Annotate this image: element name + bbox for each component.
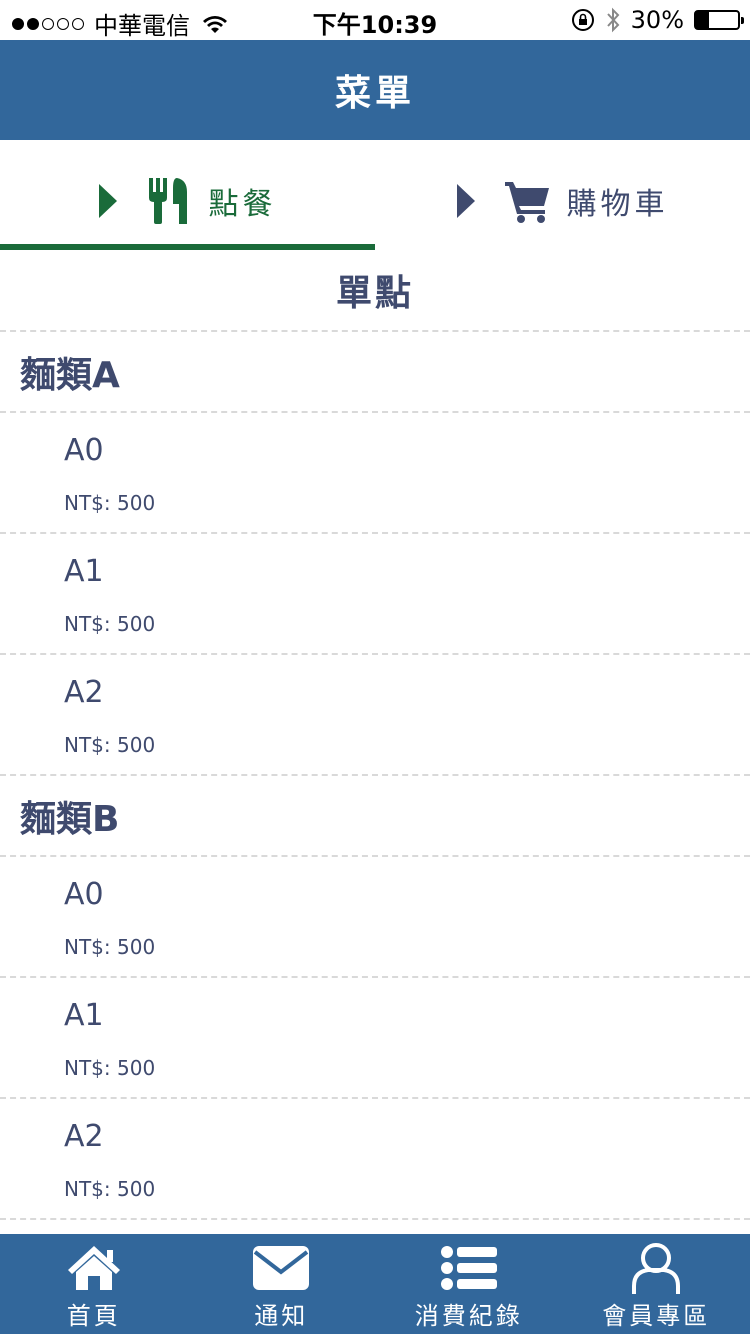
nav-history[interactable]: 消費紀錄 xyxy=(375,1234,563,1334)
category-header: 麵類B xyxy=(0,776,750,857)
bluetooth-icon xyxy=(606,7,620,33)
nav-notifications[interactable]: 通知 xyxy=(188,1234,376,1334)
item-price: NT$: 500 xyxy=(64,935,156,959)
tab-bar: 點餐 購物車 xyxy=(0,140,750,250)
item-name: A2 xyxy=(64,1119,104,1154)
item-price: NT$: 500 xyxy=(64,612,156,636)
nav-home[interactable]: 首頁 xyxy=(0,1234,188,1334)
caret-right-icon xyxy=(98,184,117,218)
menu-item[interactable]: A0 NT$: 500 xyxy=(0,857,750,978)
item-name: A0 xyxy=(64,877,104,912)
battery-icon xyxy=(694,10,744,30)
app-header: 菜單 xyxy=(0,40,750,140)
section-title: 單點 xyxy=(0,250,750,332)
list-icon xyxy=(440,1246,497,1290)
nav-label: 會員專區 xyxy=(602,1302,711,1330)
nav-label: 通知 xyxy=(254,1302,309,1330)
tab-label: 點餐 xyxy=(208,187,277,222)
caret-right-icon xyxy=(456,184,475,218)
bottom-nav: 首頁 通知 消費紀錄 會員專區 xyxy=(0,1234,750,1334)
item-name: A0 xyxy=(64,433,104,468)
menu-list: 麵類A A0 NT$: 500 A1 NT$: 500 A2 NT$: 500 … xyxy=(0,332,750,1220)
nav-label: 首頁 xyxy=(66,1302,121,1330)
mail-icon xyxy=(253,1246,310,1290)
item-price: NT$: 500 xyxy=(64,1177,156,1201)
battery-percent: 30% xyxy=(630,6,684,34)
nav-label: 消費紀錄 xyxy=(414,1302,523,1330)
page-title: 菜單 xyxy=(334,73,415,114)
item-price: NT$: 500 xyxy=(64,733,156,757)
item-name: A2 xyxy=(64,675,104,710)
category-header: 麵類A xyxy=(0,332,750,413)
utensils-icon xyxy=(148,178,187,224)
item-price: NT$: 500 xyxy=(64,1056,156,1080)
cart-icon xyxy=(504,182,549,223)
nav-member[interactable]: 會員專區 xyxy=(563,1234,750,1334)
menu-item[interactable]: A1 NT$: 500 xyxy=(0,978,750,1099)
item-name: A1 xyxy=(64,998,104,1033)
menu-item[interactable]: A0 NT$: 500 xyxy=(0,413,750,534)
menu-item[interactable]: A2 NT$: 500 xyxy=(0,655,750,776)
item-name: A1 xyxy=(64,554,104,589)
tab-label: 購物車 xyxy=(566,187,669,222)
rotation-lock-icon xyxy=(571,9,594,31)
menu-item[interactable]: A2 NT$: 500 xyxy=(0,1099,750,1220)
tab-order[interactable]: 點餐 xyxy=(0,140,375,250)
home-icon xyxy=(67,1246,120,1290)
user-icon xyxy=(632,1243,681,1294)
menu-item[interactable]: A1 NT$: 500 xyxy=(0,534,750,655)
status-bar: 中華電信 下午10:39 30% xyxy=(0,0,750,40)
item-price: NT$: 500 xyxy=(64,491,156,515)
tab-cart[interactable]: 購物車 xyxy=(375,140,750,250)
